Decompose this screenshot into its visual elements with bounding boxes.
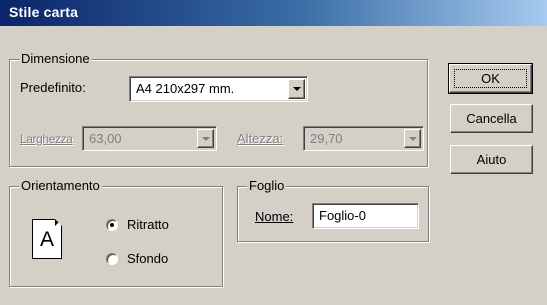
- ok-button[interactable]: OK: [448, 63, 533, 94]
- page-letter: A: [39, 228, 54, 251]
- chevron-down-icon: [201, 136, 210, 141]
- cancella-button-label: Cancella: [466, 111, 517, 126]
- dimensione-group: Dimensione Predefinito: A4 210x297 mm. L…: [9, 51, 428, 167]
- chevron-down-icon: [408, 136, 417, 141]
- radio-sfondo-label: Sfondo: [127, 251, 169, 266]
- aiuto-button[interactable]: Aiuto: [450, 145, 533, 174]
- predefinito-select[interactable]: A4 210x297 mm.: [129, 76, 308, 102]
- radio-ritratto[interactable]: Ritratto: [106, 216, 206, 234]
- aiuto-button-label: Aiuto: [476, 152, 507, 167]
- title-bar[interactable]: Stile carta: [0, 0, 547, 26]
- orientamento-group: Orientamento A Ritratto Sfondo: [9, 178, 223, 287]
- stile-carta-dialog: Stile carta Dimensione Predefinito: A4 2…: [0, 0, 547, 305]
- foglio-group: Foglio Nome: Foglio-0: [237, 178, 429, 242]
- altezza-select[interactable]: 29,70: [303, 126, 424, 151]
- ok-button-label: OK: [481, 71, 500, 86]
- page-portrait-icon: A: [32, 219, 62, 259]
- radio-ritratto-label: Ritratto: [127, 217, 169, 232]
- foglio-legend: Foglio: [247, 178, 287, 194]
- predefinito-value: A4 210x297 mm.: [136, 81, 235, 96]
- larghezza-value: 63,00: [89, 131, 122, 146]
- predefinito-label: Predefinito:: [20, 80, 86, 95]
- radio-ritratto-circle[interactable]: [106, 219, 118, 231]
- cancella-button[interactable]: Cancella: [450, 104, 533, 133]
- altezza-label: Altezza:: [237, 131, 284, 146]
- larghezza-select[interactable]: 63,00: [82, 126, 217, 151]
- window-title: Stile carta: [9, 4, 79, 20]
- radio-sfondo-circle[interactable]: [106, 253, 118, 265]
- larghezza-dropdown-button[interactable]: [197, 129, 214, 148]
- nome-label: Nome:: [255, 209, 294, 224]
- dimensione-legend: Dimensione: [19, 51, 92, 67]
- altezza-dropdown-button[interactable]: [404, 129, 421, 148]
- orientamento-legend: Orientamento: [19, 178, 102, 194]
- dialog-body: Dimensione Predefinito: A4 210x297 mm. L…: [4, 30, 543, 301]
- radio-sfondo[interactable]: Sfondo: [106, 250, 206, 268]
- nome-field[interactable]: Foglio-0: [312, 203, 419, 229]
- chevron-down-icon: [292, 87, 301, 91]
- larghezza-label: Larghezza: [20, 132, 73, 146]
- predefinito-dropdown-button[interactable]: [288, 79, 305, 99]
- nome-value: Foglio-0: [319, 208, 366, 223]
- altezza-value: 29,70: [310, 131, 343, 146]
